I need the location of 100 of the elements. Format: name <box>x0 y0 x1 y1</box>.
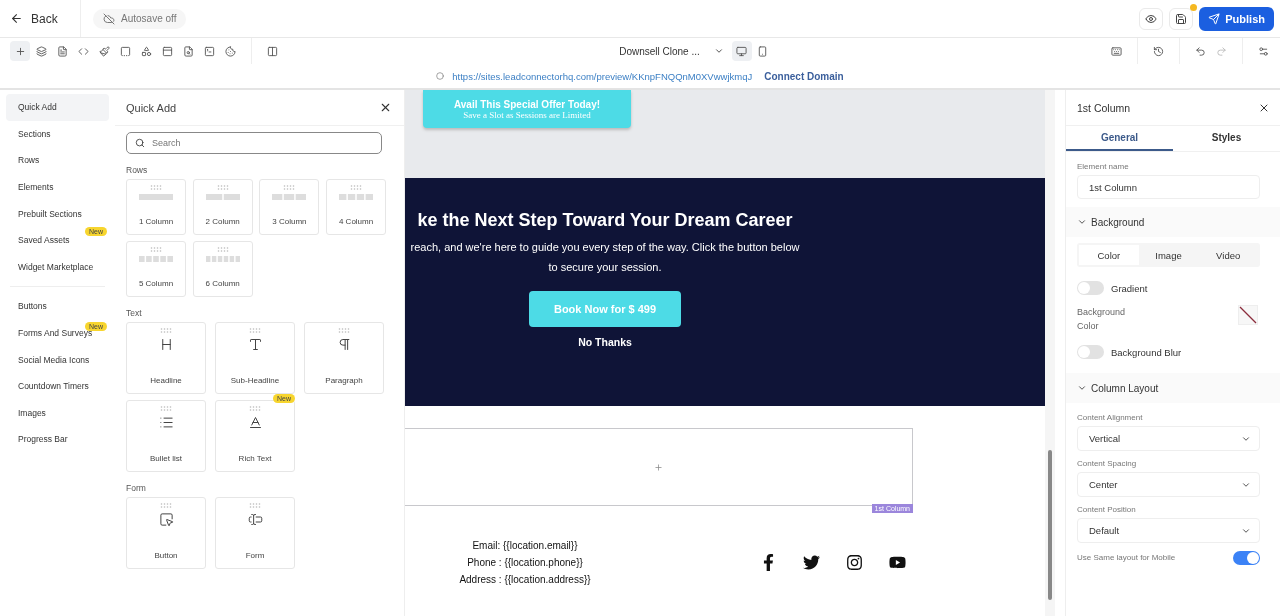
drag-handle-icon[interactable] <box>160 503 172 508</box>
add-tool[interactable] <box>10 41 30 61</box>
element-card[interactable]: 1 Column <box>126 179 186 235</box>
drag-handle-icon[interactable] <box>338 328 350 333</box>
select-field[interactable]: Default <box>1077 518 1260 543</box>
offer-title: Avail This Special Offer Today! <box>453 98 601 110</box>
drag-handle-icon[interactable] <box>249 406 261 411</box>
save-button[interactable] <box>1169 7 1194 30</box>
column-layout-icon <box>339 194 374 200</box>
drag-handle-icon[interactable] <box>160 328 172 333</box>
shapes-icon <box>140 45 152 57</box>
chevron-icon <box>1077 383 1087 393</box>
element-card[interactable]: 4 Column <box>326 179 387 235</box>
drag-handle-icon[interactable] <box>150 185 162 190</box>
element-card[interactable]: 3 Column <box>259 179 320 235</box>
cta-headline: ke the Next Step Toward Your Dream Career <box>416 209 794 232</box>
column-layout-icon <box>139 256 173 262</box>
page-select[interactable]: Downsell Clone ... <box>615 45 732 57</box>
document-icon <box>56 45 68 57</box>
autosave-status[interactable]: Autosave off <box>93 8 187 29</box>
add-icon <box>14 45 26 57</box>
nav-item[interactable]: Prebuilt Sections <box>6 200 109 227</box>
element-card[interactable]: Headline <box>126 322 206 394</box>
section-title: Text <box>126 308 143 318</box>
pointer-square-icon <box>158 512 174 527</box>
pilcrow-icon <box>336 337 352 352</box>
save-icon <box>1175 12 1188 25</box>
nav-item[interactable]: Elements <box>6 173 109 201</box>
drag-handle-icon[interactable] <box>160 406 172 411</box>
nav-item[interactable]: Buttons <box>6 293 109 320</box>
element-card[interactable]: Bullet list <box>126 400 206 472</box>
close-icon[interactable] <box>379 101 392 114</box>
contact-line: Email: {{location.email}} <box>472 540 578 551</box>
element-card[interactable]: Sub-Headline <box>215 322 295 394</box>
nav-item[interactable]: Images <box>6 399 109 427</box>
brush-icon <box>98 45 110 57</box>
element-card[interactable]: Paragraph <box>304 322 384 394</box>
no-thanks-link[interactable]: No Thanks <box>578 336 632 348</box>
back-button[interactable]: Back <box>10 7 70 30</box>
search-field[interactable]: Search <box>126 132 382 154</box>
blur-toggle[interactable] <box>1077 345 1104 359</box>
nav-item[interactable]: Widget Marketplace <box>6 253 109 281</box>
drag-handle-icon[interactable] <box>216 185 229 190</box>
element-card[interactable]: 2 Column <box>192 179 253 235</box>
preview-button[interactable] <box>1139 7 1164 30</box>
nav-item[interactable]: Progress Bar <box>6 426 109 453</box>
cta-text: reach, and we're here to guide you every step of the way. Click the button below to secure your session. <box>409 240 801 275</box>
segment-option[interactable]: Image <box>1138 245 1199 265</box>
text-box-icon <box>119 45 131 57</box>
youtube-icon[interactable] <box>889 554 906 571</box>
nav-item[interactable]: Social Media Icons <box>6 346 109 373</box>
tab[interactable]: Styles <box>1173 126 1280 151</box>
preview-url-link[interactable]: https://sites.leadconnectorhq.com/preview/KKnpFNQQnM0XVwwjkmqJ <box>452 70 753 82</box>
element-card[interactable]: 6 Column <box>192 241 253 297</box>
color-swatch[interactable] <box>1238 305 1258 325</box>
drag-handle-icon[interactable] <box>216 247 229 252</box>
list-icon <box>158 415 174 430</box>
column-layout-icon <box>205 256 240 262</box>
drag-handle-icon[interactable] <box>350 185 363 190</box>
twitter-icon[interactable] <box>803 554 820 571</box>
settings-icon <box>1257 45 1269 57</box>
segment-option[interactable]: Video <box>1198 245 1258 265</box>
code-icon <box>77 45 89 57</box>
text-icon <box>247 337 263 352</box>
field-label: Use Same layout for Mobile <box>1077 553 1176 562</box>
select-field[interactable]: Center <box>1077 472 1260 497</box>
device-toggle[interactable] <box>731 41 752 61</box>
drag-handle-icon[interactable] <box>150 247 162 252</box>
nav-item[interactable]: Sections <box>6 120 109 148</box>
drag-handle-icon[interactable] <box>283 185 296 190</box>
select-field[interactable]: Vertical <box>1077 426 1260 451</box>
section-header[interactable]: Column Layout <box>1066 373 1280 403</box>
drag-handle-icon[interactable] <box>249 328 261 333</box>
publish-button[interactable]: Publish <box>1199 6 1274 31</box>
contact-line: Phone : {{location.phone}} <box>467 557 583 568</box>
nav-item[interactable]: Quick Add <box>6 94 109 121</box>
mobile-layout-toggle[interactable] <box>1233 550 1260 565</box>
chevron-down-icon <box>713 46 724 56</box>
section-header[interactable]: Background <box>1066 207 1280 237</box>
column-layout-icon <box>139 194 173 200</box>
connect-domain-link[interactable]: Connect Domain <box>764 70 844 82</box>
instagram-icon[interactable] <box>846 554 863 571</box>
section-title: Background <box>1091 216 1145 228</box>
scrollbar-thumb[interactable] <box>1048 450 1052 600</box>
element-card[interactable]: Form <box>215 497 295 569</box>
element-card[interactable]: 5 Column <box>126 241 186 297</box>
add-icon[interactable] <box>654 462 663 472</box>
gradient-toggle[interactable] <box>1077 281 1104 295</box>
nav-item[interactable]: Countdown Timers <box>6 372 109 400</box>
toggle-label: Background Blur <box>1111 346 1182 358</box>
drag-handle-icon[interactable] <box>249 503 261 508</box>
eye-icon <box>1145 12 1158 25</box>
element-card[interactable]: Button <box>126 497 206 569</box>
segment-option[interactable]: Color <box>1079 245 1139 265</box>
nav-item[interactable]: Rows <box>6 147 109 174</box>
element-name-field[interactable]: 1st Column <box>1077 175 1260 199</box>
tab[interactable]: General <box>1066 126 1173 151</box>
search-icon <box>135 138 145 148</box>
element-card[interactable]: Rich Text <box>215 400 295 472</box>
offer-subtitle: Save a Slot as Sessions are Limited <box>463 109 591 120</box>
